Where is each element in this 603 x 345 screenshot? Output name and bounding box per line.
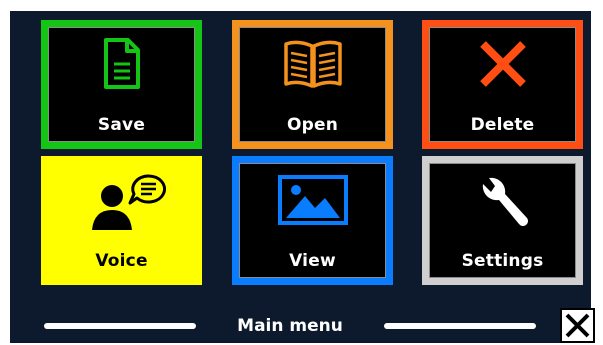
open-button[interactable]: Open [232, 20, 393, 149]
settings-button[interactable]: Settings [422, 156, 583, 285]
speaking-person-icon [91, 174, 166, 230]
view-button[interactable]: View [232, 156, 393, 285]
right-divider-bar [384, 323, 536, 329]
voice-button[interactable]: Voice [41, 156, 202, 285]
settings-label: Settings [461, 251, 544, 271]
save-button[interactable]: Save [41, 20, 202, 149]
save-label: Save [97, 115, 146, 135]
document-icon [103, 38, 140, 89]
wrench-icon [482, 177, 528, 226]
image-icon [277, 175, 348, 225]
close-button[interactable] [560, 308, 595, 343]
delete-button[interactable]: Delete [422, 20, 583, 149]
left-divider-bar [44, 323, 196, 329]
delete-label: Delete [470, 115, 535, 135]
book-icon [283, 40, 342, 88]
view-label: View [289, 251, 336, 271]
menu-title: Main menu [237, 316, 343, 336]
open-label: Open [286, 115, 339, 135]
main-menu-screen: Save Open Delete Voice View Settings Mai… [10, 11, 591, 343]
voice-label: Voice [95, 251, 148, 271]
x-icon [479, 41, 526, 87]
close-icon [565, 313, 590, 338]
